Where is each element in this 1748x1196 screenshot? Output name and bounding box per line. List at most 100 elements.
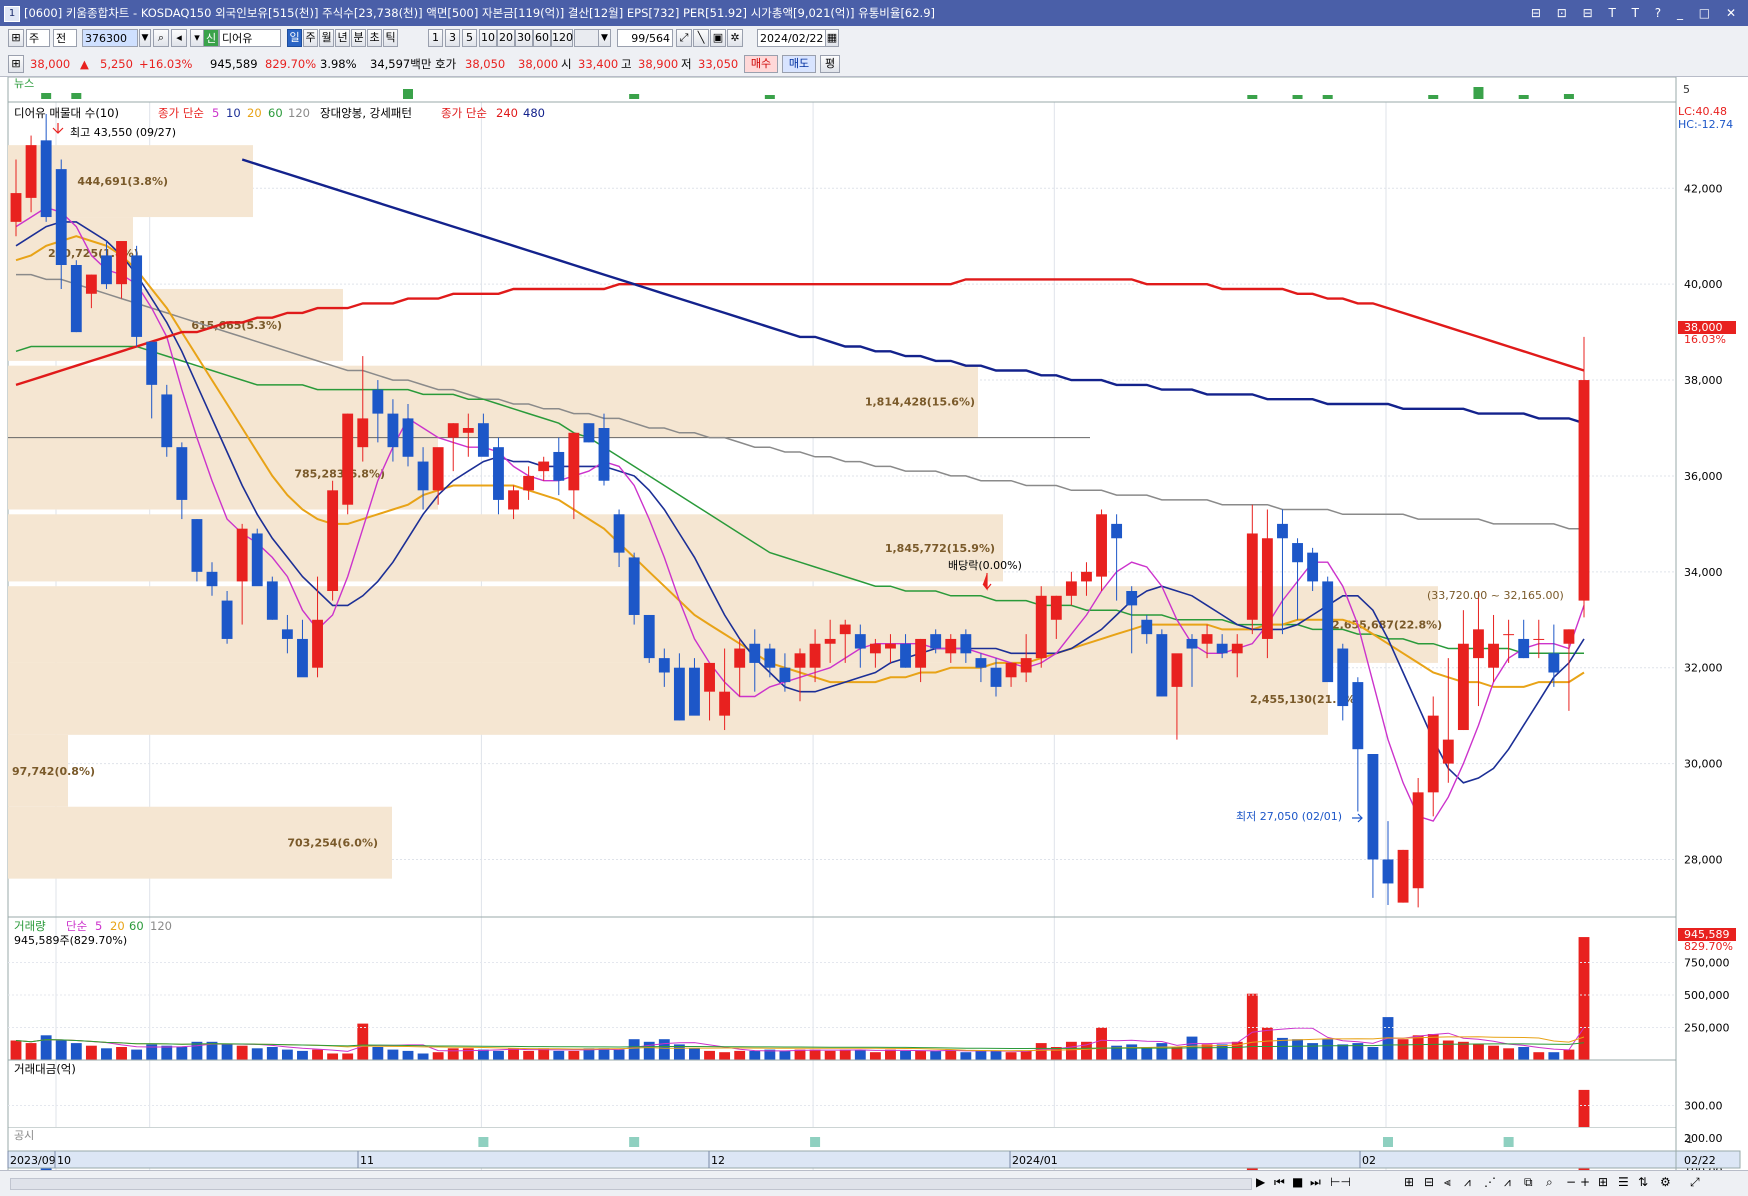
price-tick-label: 34,000	[1684, 566, 1723, 579]
period-button-0[interactable]: 일	[287, 29, 302, 47]
horizontal-scrollbar[interactable]	[10, 1178, 1252, 1190]
overlay-icon[interactable]: ⧉	[1524, 1175, 1533, 1190]
settings-icon[interactable]: ⚙	[1660, 1175, 1671, 1189]
disclosure-mark[interactable]	[1383, 1137, 1393, 1147]
news-mark[interactable]	[1473, 87, 1484, 99]
volume-legend-label: 거래량	[14, 919, 46, 933]
stock-code-input[interactable]: 376300	[82, 29, 138, 47]
news-mark[interactable]	[41, 93, 52, 99]
log-icon[interactable]: ⋰	[1484, 1175, 1496, 1189]
expand-icon[interactable]: ⤢	[1690, 1175, 1700, 1190]
candle-body	[357, 418, 369, 448]
dropdown-icon[interactable]: ▾	[190, 29, 204, 47]
news-mark[interactable]	[764, 95, 775, 99]
calendar-icon[interactable]: ▦	[825, 29, 839, 47]
news-mark[interactable]	[629, 94, 640, 99]
scroll-right-icon[interactable]: ▶	[1256, 1175, 1265, 1189]
layout-icon[interactable]: ⊞	[8, 29, 24, 47]
window-number: 1	[4, 5, 20, 22]
period-button-3[interactable]: 년	[335, 29, 350, 47]
period-button-4[interactable]: 분	[351, 29, 366, 47]
candle-body	[417, 461, 429, 491]
candle-body	[854, 634, 866, 649]
window-controls[interactable]: ⊟ ⊡ ⊟ T T ? _ □ ✕	[1531, 0, 1742, 26]
page-counter[interactable]: 99/564	[617, 29, 673, 47]
fast-forward-icon[interactable]: ⏭	[1310, 1175, 1321, 1190]
speaker-icon[interactable]: ◂	[171, 29, 187, 47]
news-mark[interactable]	[1428, 95, 1439, 99]
chart-area[interactable]: 뉴스 5 444,691(3.8%) 210,725(1.8%) 615,665(5…	[0, 76, 1748, 1196]
news-mark[interactable]	[1563, 94, 1574, 99]
interval-button-1[interactable]: 1	[428, 29, 443, 47]
news-mark[interactable]	[1518, 95, 1529, 99]
news-mark[interactable]	[1322, 95, 1333, 99]
period-button-2[interactable]: 월	[319, 29, 334, 47]
zigzag-icon[interactable]: ⩘	[1504, 1175, 1511, 1190]
code-dropdown-icon[interactable]: ▼	[139, 29, 151, 47]
price-tick-label: 42,000	[1684, 182, 1723, 195]
rewind-icon[interactable]: ⏮	[1274, 1175, 1285, 1190]
disclosure-mark[interactable]	[1503, 1137, 1514, 1147]
sort-icon[interactable]: ⇅	[1638, 1175, 1648, 1189]
compare-icon[interactable]: ⤢	[676, 29, 692, 47]
chart-svg[interactable]: 뉴스 5 444,691(3.8%)210,725(1.8%)615,665(5…	[0, 76, 1748, 1196]
period-button-1[interactable]: 주	[303, 29, 318, 47]
news-mark[interactable]	[71, 93, 82, 99]
window-title: [0600] 키움종합차트 - KOSDAQ150 외국인보유[515(천)] …	[24, 6, 936, 20]
interval-button-30[interactable]: 30	[515, 29, 533, 47]
volume-bar	[1578, 937, 1590, 1060]
interval-button-120[interactable]: 120	[551, 29, 573, 47]
disclosure-mark[interactable]	[629, 1137, 640, 1147]
avg-button[interactable]: 평	[820, 55, 840, 73]
period-button-5[interactable]: 초	[367, 29, 382, 47]
mode-select[interactable]: 전	[53, 29, 77, 47]
buy-button[interactable]: 매수	[744, 55, 778, 73]
x-tick-label: 10	[57, 1154, 71, 1167]
news-mark[interactable]	[1292, 95, 1303, 99]
sell-button[interactable]: 매도	[782, 55, 816, 73]
period-button-6[interactable]: 틱	[383, 29, 398, 47]
disclosure-mark[interactable]	[478, 1137, 489, 1147]
candle-body	[312, 619, 323, 668]
disclosure-mark[interactable]	[810, 1137, 821, 1147]
current-price-tag: 38,000 16.03%	[1678, 321, 1736, 346]
volume-profile-label: 1,814,428(15.6%)	[865, 396, 975, 409]
volume-bar	[1126, 1044, 1138, 1060]
interval-button-3[interactable]: 3	[445, 29, 460, 47]
period-select[interactable]: 주	[26, 29, 50, 47]
candle-body	[1533, 638, 1545, 640]
interval-button-5[interactable]: 5	[462, 29, 477, 47]
volume-bar	[1141, 1047, 1153, 1060]
zoom-out-icon[interactable]: −	[1566, 1175, 1576, 1189]
zoom-icon[interactable]: ⌕	[1546, 1175, 1553, 1190]
news-mark[interactable]	[403, 89, 413, 99]
gear-icon[interactable]: ✲	[727, 29, 743, 47]
mountain-icon[interactable]: ⩘	[1464, 1175, 1471, 1190]
bar-type-icon[interactable]: ⊟	[1424, 1175, 1434, 1189]
volume-bar	[40, 1035, 52, 1060]
interval-dropdown-icon[interactable]: ▼	[598, 29, 611, 47]
volume-bar	[342, 1053, 354, 1060]
candle-body	[553, 451, 565, 481]
stop-icon[interactable]: ■	[1292, 1175, 1303, 1189]
volume-bar	[477, 1049, 489, 1060]
stock-name[interactable]: 디어유	[219, 29, 281, 47]
layout-grid-icon[interactable]: ⊞	[1598, 1175, 1608, 1189]
table-icon[interactable]: ☰	[1618, 1175, 1629, 1189]
news-mark[interactable]	[1247, 95, 1258, 99]
interval-button-10[interactable]: 10	[479, 29, 497, 47]
grid-icon[interactable]: ⊞	[8, 55, 24, 73]
interval-button-20[interactable]: 20	[497, 29, 515, 47]
range-icon[interactable]: ⊢⊣	[1330, 1175, 1351, 1189]
candle-body	[764, 648, 776, 668]
save-icon[interactable]: ▣	[710, 29, 726, 47]
line-type-icon[interactable]: ⫷	[1444, 1175, 1451, 1190]
search-icon[interactable]: ⌕	[153, 29, 169, 47]
volume-bar	[869, 1052, 881, 1060]
candle-type-icon[interactable]: ⊞	[1404, 1175, 1414, 1189]
interval-button-60[interactable]: 60	[533, 29, 551, 47]
date-input[interactable]: 2024/02/22	[757, 29, 827, 47]
draw-line-icon[interactable]: ╲	[693, 29, 709, 47]
zoom-in-icon[interactable]: +	[1580, 1175, 1590, 1189]
volume-tick-label: 250,000	[1684, 1022, 1730, 1035]
